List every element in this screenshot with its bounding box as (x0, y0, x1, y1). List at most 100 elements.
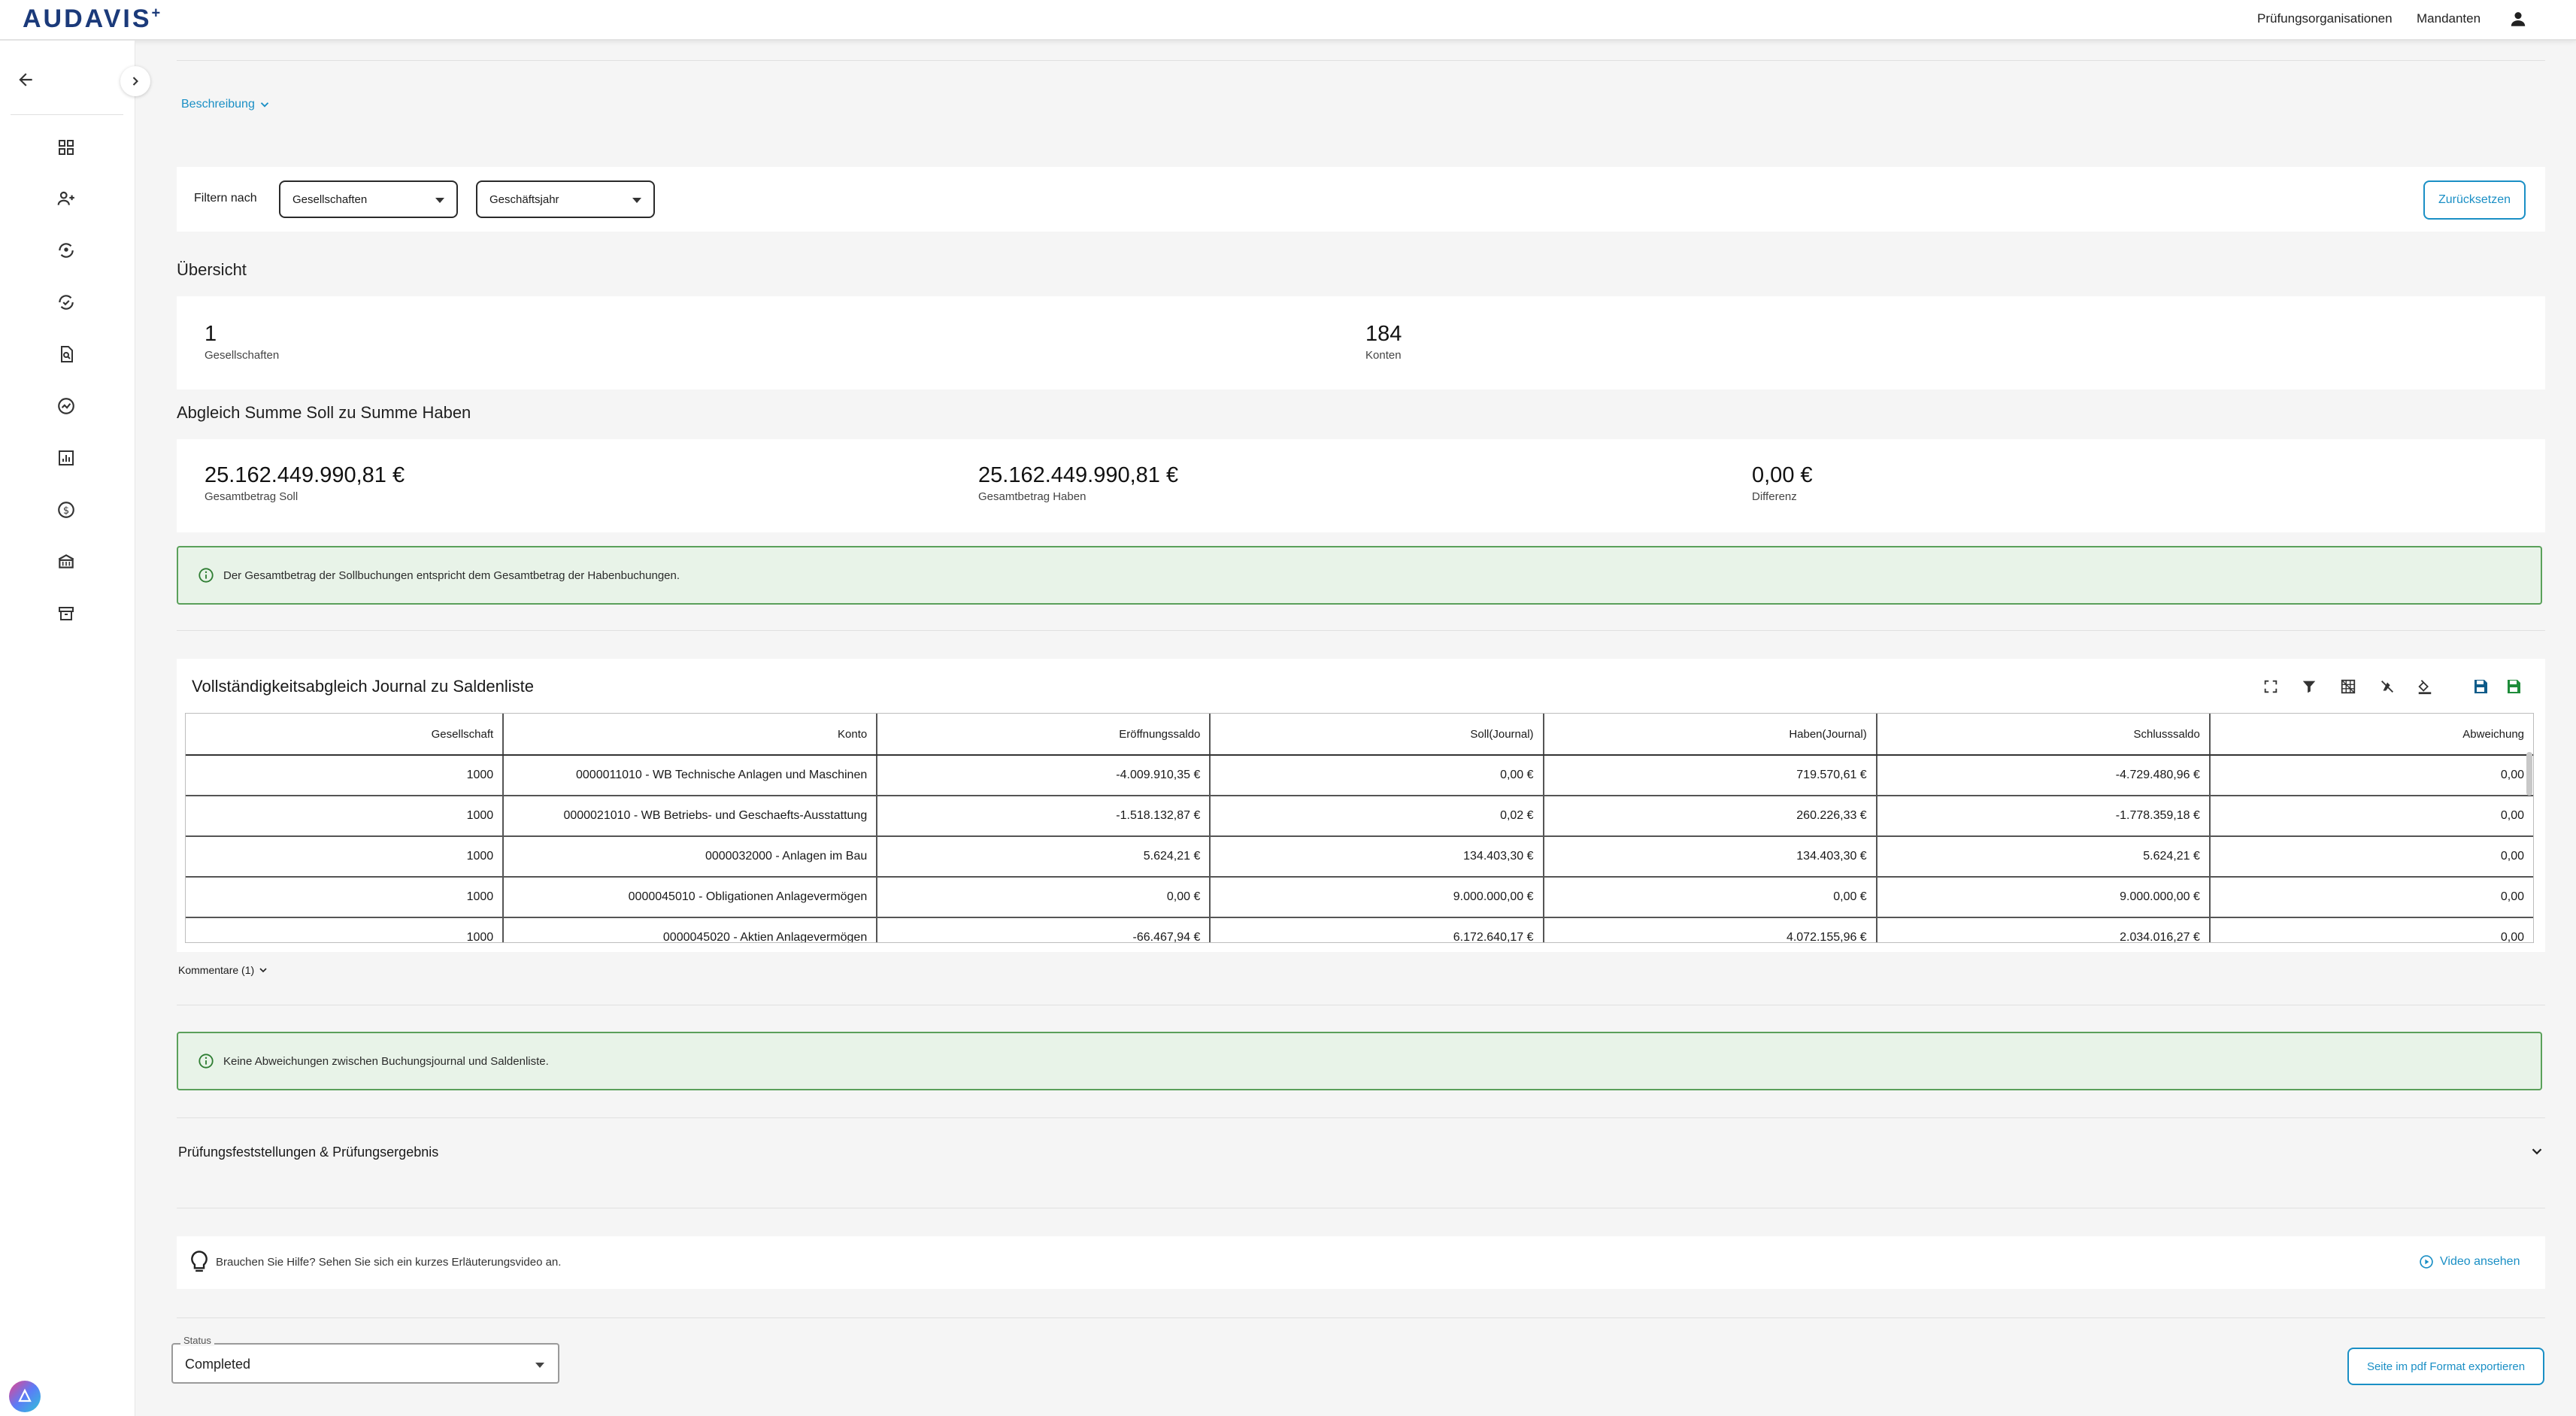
assistant-icon[interactable] (9, 1381, 41, 1412)
companies-select[interactable]: Gesellschaften (279, 180, 458, 218)
cell-abweichung: 0,00 (2500, 809, 2525, 822)
fullscreen-icon[interactable] (2259, 675, 2282, 698)
save-icon[interactable] (2469, 675, 2492, 698)
cell-schlusssaldo: 2.034.016,27 € (1877, 918, 2211, 942)
add-user-icon[interactable] (54, 186, 78, 211)
video-link[interactable]: Video ansehen (2419, 1254, 2520, 1269)
cell-gesellschaft: 1000 (186, 837, 505, 876)
cell-gesellschaft: 1000 (186, 918, 505, 942)
completeness-info-alert: Keine Abweichungen zwischen Buchungsjour… (177, 1032, 2542, 1090)
cell-schlusssaldo: -1.778.359,18 € (1877, 796, 2211, 835)
cell-gesellschaft: 1000 (186, 756, 505, 795)
document-search-icon[interactable] (54, 342, 78, 366)
table-row[interactable]: 1000 0000045010 - Obligationen Anlagever… (186, 878, 2533, 918)
info-icon (199, 568, 214, 583)
overview-card: 1 Gesellschaften 184 Konten (177, 296, 2545, 390)
format-clear-icon[interactable] (2376, 675, 2399, 698)
cell-haben: 134.403,30 € (1544, 837, 1877, 876)
app-logo[interactable]: AUDAVIS+ (23, 5, 162, 34)
table-scrollbar[interactable] (2526, 752, 2532, 796)
cell-eroeffnungssaldo: -4.009.910,35 € (877, 756, 1211, 795)
column-header-abweichung[interactable]: Abweichung (2211, 714, 2533, 754)
column-header-konto[interactable]: Konto (504, 714, 878, 754)
divider (177, 60, 2545, 61)
nav-clients[interactable]: Mandanten (2417, 0, 2481, 38)
companies-label: Gesellschaften (205, 349, 280, 362)
completeness-table: Gesellschaft Konto Eröffnungssaldo Soll(… (185, 713, 2534, 943)
sidebar-expand-button[interactable] (120, 66, 150, 96)
column-header-haben-journal[interactable]: Haben(Journal) (1544, 714, 1877, 754)
companies-select-value: Gesellschaften (292, 193, 368, 206)
paint-fill-icon[interactable] (2414, 675, 2436, 698)
svg-text:$: $ (63, 505, 69, 517)
cell-eroeffnungssaldo: -1.518.132,87 € (877, 796, 1211, 835)
nav-organizations[interactable]: Prüfungsorganisationen (2257, 0, 2393, 38)
cell-konto: 0000045020 - Aktien Anlagevermögen (504, 918, 878, 942)
caret-down-icon (535, 1363, 544, 1368)
cell-soll: 0,02 € (1211, 796, 1544, 835)
comments-toggle[interactable]: Kommentare (1) (178, 964, 269, 976)
accounts-count: 184 (1365, 322, 1402, 346)
report-icon[interactable] (54, 446, 78, 470)
column-header-soll-journal[interactable]: Soll(Journal) (1211, 714, 1544, 754)
export-pdf-button[interactable]: Seite im pdf Format exportieren (2347, 1348, 2544, 1385)
status-label: Status (180, 1335, 214, 1346)
cell-schlusssaldo: 5.624,21 € (1877, 837, 2211, 876)
filter-icon[interactable] (2298, 675, 2320, 698)
completeness-info-text: Keine Abweichungen zwischen Buchungsjour… (223, 1054, 549, 1068)
cell-abweichung: 0,00 (2500, 850, 2525, 863)
debit-label: Gesamtbetrag Soll (205, 490, 299, 503)
user-icon[interactable] (2508, 0, 2528, 38)
dashboard-icon[interactable] (54, 135, 78, 159)
cell-eroeffnungssaldo: 0,00 € (877, 878, 1211, 917)
cell-abweichung: 0,00 (2500, 769, 2525, 781)
table-row[interactable]: 1000 0000032000 - Anlagen im Bau 5.624,2… (186, 837, 2533, 878)
divider (177, 630, 2545, 631)
divider (177, 1117, 2545, 1118)
cell-soll: 6.172.640,17 € (1211, 918, 1544, 942)
cell-soll: 0,00 € (1211, 756, 1544, 795)
balance-info-text: Der Gesamtbetrag der Sollbuchungen entsp… (223, 569, 680, 582)
top-bar: AUDAVIS+ Prüfungsorganisationen Mandante… (0, 0, 2576, 41)
cell-haben: 260.226,33 € (1544, 796, 1877, 835)
description-toggle[interactable]: Beschreibung (181, 98, 271, 111)
table-row[interactable]: 1000 0000045020 - Aktien Anlagevermögen … (186, 918, 2533, 942)
cell-konto: 0000011010 - WB Technische Anlagen und M… (504, 756, 878, 795)
logo-text: AUDAVIS (23, 5, 152, 33)
comments-toggle-label: Kommentare (1) (178, 964, 255, 976)
sync-user-icon[interactable] (54, 238, 78, 262)
status-select[interactable]: Status Completed (171, 1335, 559, 1384)
column-header-eroeffnungssaldo[interactable]: Eröffnungssaldo (877, 714, 1211, 754)
back-arrow-icon[interactable] (14, 68, 38, 92)
cell-haben: 719.570,61 € (1544, 756, 1877, 795)
refresh-check-icon[interactable] (54, 290, 78, 314)
table-row[interactable]: 1000 0000011010 - WB Technische Anlagen … (186, 756, 2533, 796)
cell-eroeffnungssaldo: -66.467,94 € (877, 918, 1211, 942)
cell-eroeffnungssaldo: 5.624,21 € (877, 837, 1211, 876)
grid-off-icon[interactable] (2337, 675, 2359, 698)
cell-konto: 0000021010 - WB Betriebs- und Geschaefts… (504, 796, 878, 835)
reset-button[interactable]: Zurücksetzen (2423, 180, 2526, 220)
caret-down-icon (435, 198, 444, 203)
archive-icon[interactable] (54, 602, 78, 626)
info-icon (199, 1054, 214, 1069)
fiscal-year-select[interactable]: Geschäftsjahr (476, 180, 655, 218)
findings-expand-icon[interactable] (2529, 1143, 2545, 1163)
balance-check-card: 25.162.449.990,81 € Gesamtbetrag Soll 25… (177, 439, 2545, 532)
save-excel-icon[interactable] (2502, 675, 2525, 698)
balance-check-title: Abgleich Summe Soll zu Summe Haben (177, 403, 471, 422)
credit-label: Gesamtbetrag Haben (978, 490, 1086, 503)
cell-soll: 134.403,30 € (1211, 837, 1544, 876)
filter-card: Filtern nach Gesellschaften Geschäftsjah… (177, 167, 2545, 232)
bank-icon[interactable] (54, 550, 78, 574)
difference-value: 0,00 € (1752, 463, 1813, 487)
fiscal-year-select-value: Geschäftsjahr (489, 193, 559, 206)
table-row[interactable]: 1000 0000021010 - WB Betriebs- und Gesch… (186, 796, 2533, 837)
column-header-schlusssaldo[interactable]: Schlusssaldo (1877, 714, 2211, 754)
column-header-gesellschaft[interactable]: Gesellschaft (186, 714, 505, 754)
findings-title[interactable]: Prüfungsfeststellungen & Prüfungsergebni… (178, 1145, 438, 1160)
play-circle-icon (2420, 1255, 2433, 1269)
dollar-icon[interactable]: $ (54, 498, 78, 522)
chevron-down-icon (260, 102, 269, 108)
chart-check-icon[interactable] (54, 394, 78, 418)
